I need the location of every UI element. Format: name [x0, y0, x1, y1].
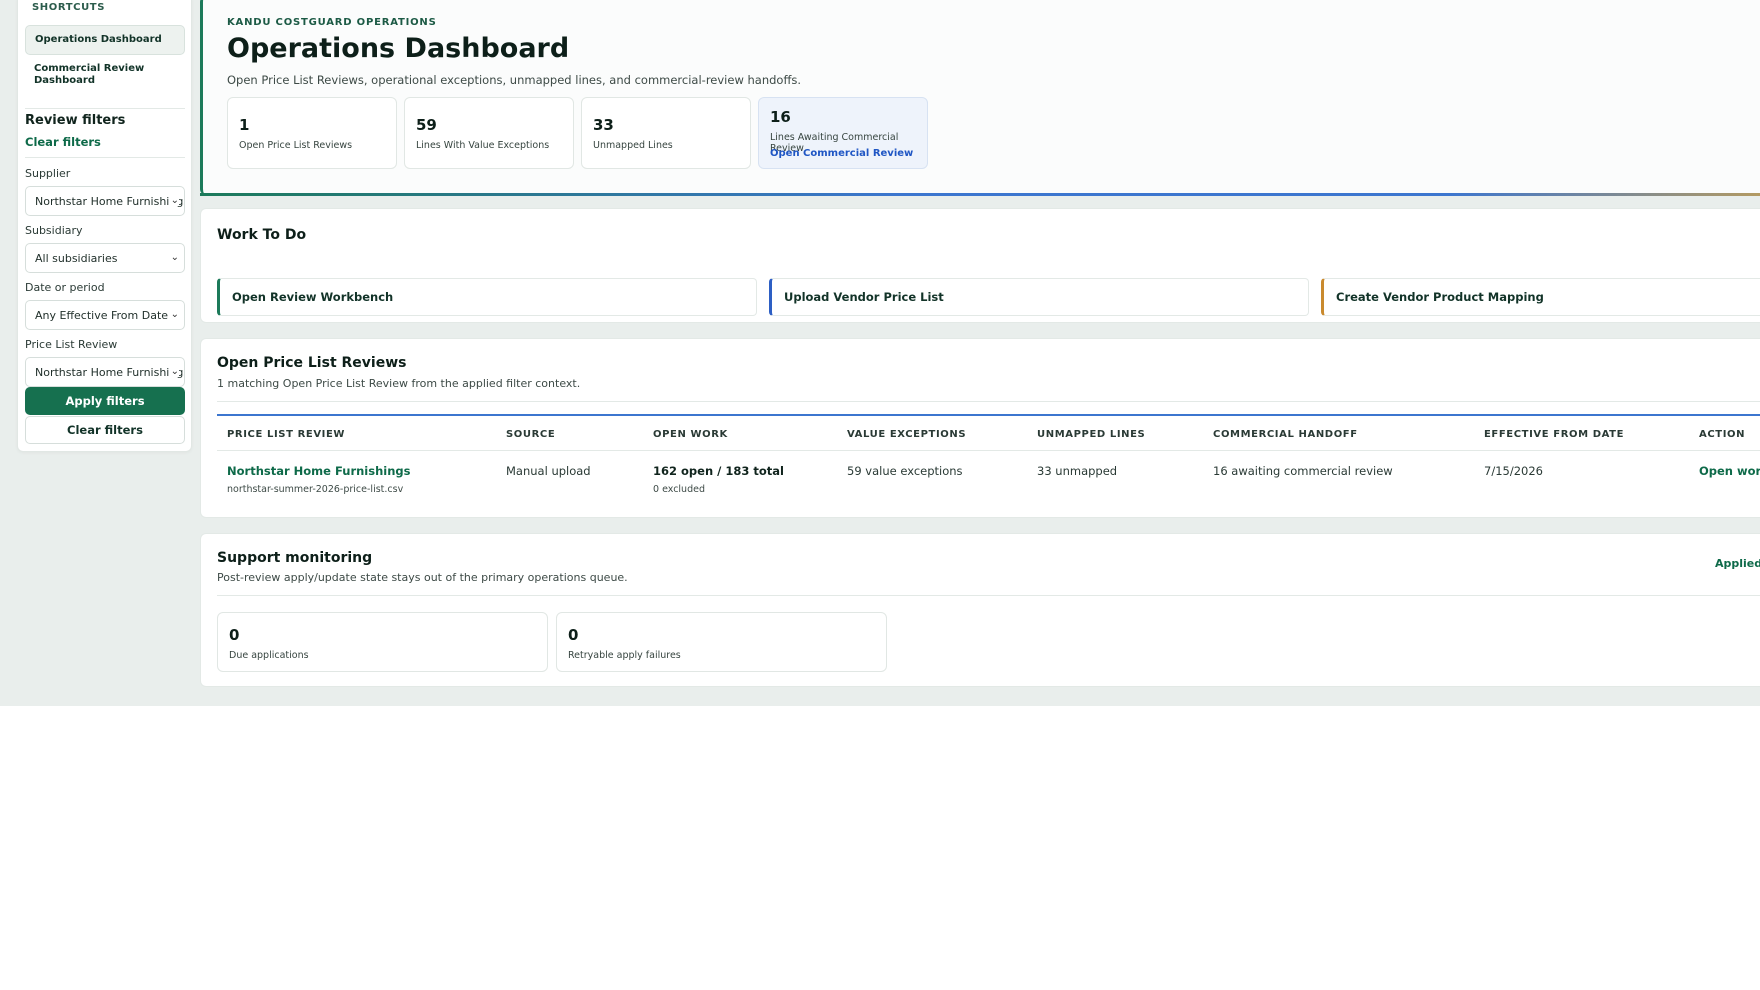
review-file-name: northstar-summer-2026-price-list.csv [227, 484, 404, 495]
stat-value: 16 [770, 108, 791, 126]
open-reviews-panel: Open Price List Reviews 1 matching Open … [200, 338, 1760, 518]
column-header: VALUE EXCEPTIONS [847, 429, 967, 440]
column-header: OPEN WORK [653, 429, 728, 440]
review-value-exceptions: 59 value exceptions [847, 464, 963, 478]
date-select-value: Any Effective From Date [35, 309, 169, 322]
sidebar: SHORTCUTS Operations Dashboard Commercia… [17, 0, 192, 452]
date-select[interactable]: Any Effective From Date ⌄ [25, 300, 185, 330]
hero-header: KANDU COSTGUARD OPERATIONS Operations Da… [200, 0, 1760, 195]
column-header: PRICE LIST REVIEW [227, 429, 346, 440]
due-applications-card: 0 Due applications [217, 612, 548, 672]
stat-open-reviews: 1 Open Price List Reviews [227, 97, 397, 169]
column-header: SOURCE [506, 429, 556, 440]
stat-label: Open Price List Reviews [239, 140, 353, 151]
supplier-select-value: Northstar Home Furnishings [35, 195, 185, 208]
stat-value-exceptions: 59 Lines With Value Exceptions [404, 97, 574, 169]
metric-label: Retryable apply failures [568, 650, 681, 661]
clear-filters-button[interactable]: Clear filters [25, 416, 185, 444]
support-monitoring-panel: Support monitoring Post-review apply/upd… [200, 533, 1760, 687]
column-header: EFFECTIVE FROM DATE [1484, 429, 1625, 440]
page-subtitle: Open Price List Reviews, operational exc… [227, 73, 802, 87]
supplier-select[interactable]: Northstar Home Furnishings ⌄ [25, 186, 185, 216]
open-reviews-subtitle: 1 matching Open Price List Review from t… [217, 377, 581, 390]
apply-filters-button[interactable]: Apply filters [25, 387, 185, 415]
applied-link[interactable]: Applied [1715, 557, 1760, 570]
chevron-down-icon: ⌄ [168, 366, 179, 377]
chevron-down-icon: ⌄ [168, 195, 179, 206]
subsidiary-label: Subsidiary [25, 224, 83, 237]
stat-label: Lines With Value Exceptions [416, 140, 550, 151]
column-header: COMMERCIAL HANDOFF [1213, 429, 1358, 440]
column-header: ACTION [1699, 429, 1746, 440]
table-header-divider [217, 450, 1760, 451]
column-header: UNMAPPED LINES [1037, 429, 1146, 440]
panel-divider [217, 595, 1760, 596]
app-background: SHORTCUTS Operations Dashboard Commercia… [0, 0, 1760, 706]
shortcuts-heading: SHORTCUTS [32, 2, 106, 13]
panel-divider [217, 401, 1760, 402]
page-title: Operations Dashboard [227, 33, 570, 64]
metric-value: 0 [568, 626, 579, 644]
subsidiary-select-value: All subsidiaries [35, 252, 118, 265]
table-accent-rule [217, 414, 1760, 416]
supplier-label: Supplier [25, 167, 71, 180]
support-monitoring-title: Support monitoring [217, 550, 373, 566]
stat-value: 33 [593, 116, 614, 134]
chevron-down-icon: ⌄ [168, 309, 179, 320]
stat-label: Unmapped Lines [593, 140, 673, 151]
review-source: Manual upload [506, 464, 591, 478]
price-list-review-select[interactable]: Northstar Home Furnishings ⌄ [25, 357, 185, 387]
work-to-do-title: Work To Do [217, 227, 307, 243]
date-label: Date or period [25, 281, 105, 294]
create-vendor-product-mapping-button[interactable]: Create Vendor Product Mapping [1321, 278, 1760, 316]
metric-label: Due applications [229, 650, 309, 661]
review-filters-title: Review filters [25, 113, 126, 128]
stat-value: 59 [416, 116, 437, 134]
sidebar-divider [25, 157, 185, 158]
stat-awaiting-commercial-review: 16 Lines Awaiting Commercial Review Open… [758, 97, 928, 169]
review-unmapped: 33 unmapped [1037, 464, 1118, 478]
review-commercial-handoff: 16 awaiting commercial review [1213, 464, 1393, 478]
work-to-do-panel: Work To Do Open Review Workbench Upload … [200, 208, 1760, 323]
retryable-failures-card: 0 Retryable apply failures [556, 612, 887, 672]
open-commercial-review-link[interactable]: Open Commercial Review [770, 148, 913, 159]
support-monitoring-subtitle: Post-review apply/update state stays out… [217, 571, 628, 584]
clear-filters-link[interactable]: Clear filters [25, 135, 101, 149]
upload-vendor-price-list-button[interactable]: Upload Vendor Price List [769, 278, 1309, 316]
review-excluded: 0 excluded [653, 484, 705, 495]
hero-accent-rule [200, 193, 1760, 196]
review-name-link[interactable]: Northstar Home Furnishings [227, 464, 410, 478]
sidebar-divider [25, 108, 185, 109]
open-work-link[interactable]: Open work [1699, 464, 1760, 478]
subsidiary-select[interactable]: All subsidiaries ⌄ [25, 243, 185, 273]
price-list-review-label: Price List Review [25, 338, 118, 351]
chevron-down-icon: ⌄ [168, 252, 179, 263]
price-list-review-select-value: Northstar Home Furnishings [35, 366, 185, 379]
stat-unmapped-lines: 33 Unmapped Lines [581, 97, 751, 169]
stat-value: 1 [239, 116, 250, 134]
shortcut-operations-dashboard[interactable]: Operations Dashboard [25, 25, 185, 55]
open-reviews-title: Open Price List Reviews [217, 355, 407, 371]
open-review-workbench-button[interactable]: Open Review Workbench [217, 278, 757, 316]
metric-value: 0 [229, 626, 240, 644]
hero-eyebrow: KANDU COSTGUARD OPERATIONS [227, 17, 437, 28]
review-effective-date: 7/15/2026 [1484, 464, 1543, 478]
shortcut-commercial-review-dashboard[interactable]: Commercial Review Dashboard [25, 55, 185, 95]
review-open-work: 162 open / 183 total [653, 464, 784, 478]
